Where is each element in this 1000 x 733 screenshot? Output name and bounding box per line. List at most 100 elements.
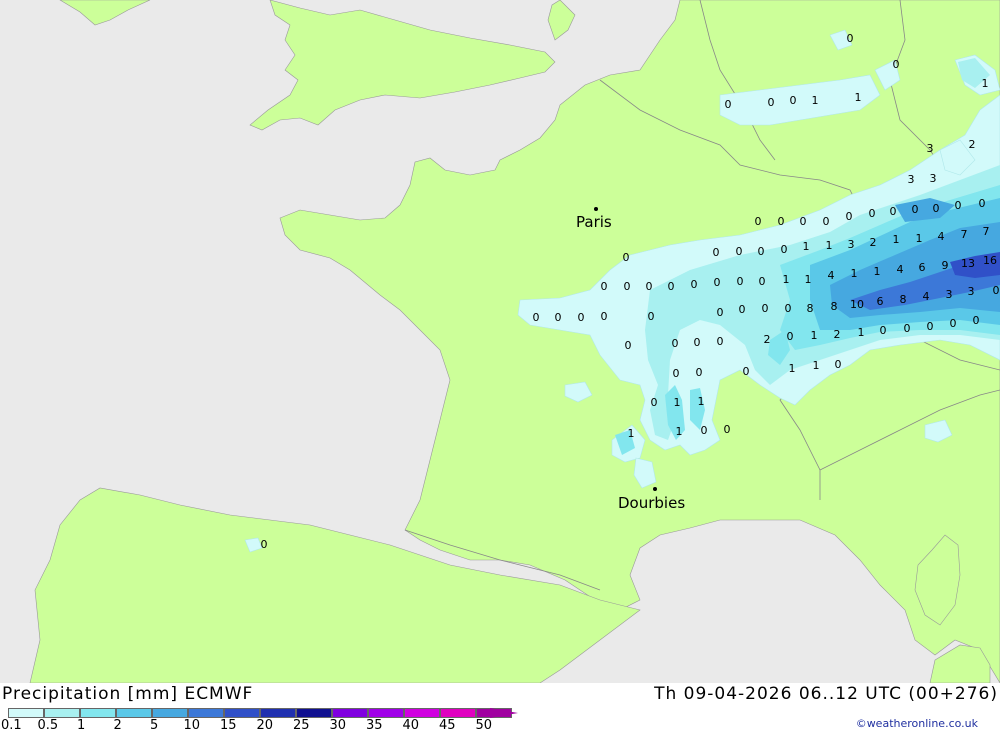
precip-value: 0 <box>781 243 788 256</box>
precip-value: 1 <box>813 359 820 372</box>
legend-swatch <box>332 708 368 718</box>
legend-label: 0.1 <box>1 718 22 733</box>
precip-value: 0 <box>759 275 766 288</box>
precip-value: 0 <box>993 284 1000 297</box>
legend-label: 5 <box>150 718 159 733</box>
legend-label: 35 <box>366 718 383 733</box>
legend-swatch <box>8 708 44 718</box>
city-label: Paris <box>576 213 612 231</box>
precip-value: 2 <box>969 138 976 151</box>
precip-value: 8 <box>807 302 814 315</box>
color-legend <box>8 708 512 718</box>
precip-value: 1 <box>858 326 865 339</box>
precip-value: 3 <box>908 173 915 186</box>
precip-value: 0 <box>758 245 765 258</box>
precip-value: 0 <box>701 424 708 437</box>
precip-value: 0 <box>904 322 911 335</box>
precip-value: 0 <box>651 396 658 409</box>
legend-label: 1 <box>77 718 86 733</box>
precip-value: 3 <box>968 285 975 298</box>
legend-label: 10 <box>183 718 201 733</box>
precip-value: 3 <box>848 238 855 251</box>
precip-value: 0 <box>555 311 562 324</box>
precip-value: 0 <box>846 210 853 223</box>
precip-value: 0 <box>717 306 724 319</box>
credit-link[interactable]: ©weatheronline.co.uk <box>856 717 978 730</box>
precip-value: 0 <box>743 365 750 378</box>
precip-value: 0 <box>869 207 876 220</box>
precip-value: 8 <box>831 300 838 313</box>
precip-value: 1 <box>803 240 810 253</box>
map-title: Precipitation [mm] ECMWF <box>2 684 254 704</box>
legend-swatch <box>296 708 332 718</box>
precip-value: 0 <box>601 280 608 293</box>
precip-value: 0 <box>261 538 268 551</box>
precip-value: 0 <box>673 367 680 380</box>
precip-value: 0 <box>736 245 743 258</box>
precip-value: 6 <box>877 295 884 308</box>
precip-value: 0 <box>624 280 631 293</box>
precip-value: 1 <box>916 232 923 245</box>
precip-value: 0 <box>973 314 980 327</box>
precip-value: 1 <box>789 362 796 375</box>
precip-value: 0 <box>737 275 744 288</box>
precip-value: 1 <box>893 233 900 246</box>
precip-value: 0 <box>694 336 701 349</box>
precip-value: 0 <box>880 324 887 337</box>
precip-value: 0 <box>724 423 731 436</box>
precip-value: 0 <box>672 337 679 350</box>
legend-swatch <box>188 708 224 718</box>
legend-label: 30 <box>329 718 347 733</box>
precip-value: 0 <box>714 276 721 289</box>
legend-swatch <box>260 708 296 718</box>
precip-value: 4 <box>938 230 945 243</box>
precip-value: 0 <box>823 215 830 228</box>
precip-value: 4 <box>828 269 835 282</box>
precip-value: 0 <box>623 251 630 264</box>
precip-value: 0 <box>696 366 703 379</box>
precip-value: 1 <box>698 395 705 408</box>
precip-value: 0 <box>768 96 775 109</box>
precip-value: 0 <box>725 98 732 111</box>
precip-value: 0 <box>762 302 769 315</box>
precip-value: 1 <box>628 427 635 440</box>
legend-swatch <box>116 708 152 718</box>
legend-swatch <box>224 708 260 718</box>
precip-value: 0 <box>648 310 655 323</box>
legend-swatch <box>80 708 116 718</box>
precip-value: 3 <box>946 288 953 301</box>
legend-swatch <box>368 708 404 718</box>
legend-swatch <box>404 708 440 718</box>
precip-value: 0 <box>790 94 797 107</box>
precip-value: 0 <box>625 339 632 352</box>
precip-value: 0 <box>646 280 653 293</box>
precip-value: 10 <box>850 298 864 311</box>
legend-label: 15 <box>220 718 237 733</box>
precip-value: 1 <box>874 265 881 278</box>
precip-value: 0 <box>778 215 785 228</box>
precip-value: 0 <box>785 302 792 315</box>
precip-value: 0 <box>955 199 962 212</box>
legend-label: 25 <box>293 718 310 733</box>
precip-value: 0 <box>533 311 540 324</box>
precip-value: 0 <box>800 215 807 228</box>
precip-value: 1 <box>676 425 683 438</box>
legend-label: 45 <box>439 718 456 733</box>
precip-value: 0 <box>950 317 957 330</box>
precip-value: 3 <box>927 142 934 155</box>
precip-value: 13 <box>961 257 975 270</box>
precip-value: 0 <box>691 278 698 291</box>
precip-value: 0 <box>713 246 720 259</box>
precip-value: 0 <box>755 215 762 228</box>
legend-labels: 0.1 0.5 1 2 5 10 15 20 25 30 35 40 45 50 <box>0 718 520 733</box>
precipitation-map: Paris Dourbies 0 0 0 0 0 0 0 0 0 0 0000 0 0 1 113 23 30 0… <box>0 0 1000 683</box>
precip-value: 4 <box>923 290 930 303</box>
legend-label: 0.5 <box>37 718 59 733</box>
precip-value: 0 <box>890 205 897 218</box>
precip-value: 2 <box>870 236 877 249</box>
precip-value: 7 <box>983 225 990 238</box>
legend-label: 20 <box>256 718 274 733</box>
precip-value: 9 <box>942 259 949 272</box>
precip-value: 16 <box>983 254 997 267</box>
precip-value: 0 <box>601 310 608 323</box>
